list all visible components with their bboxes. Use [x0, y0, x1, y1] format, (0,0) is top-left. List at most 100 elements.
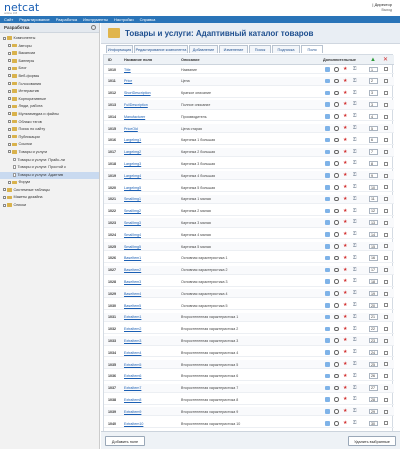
search-icon[interactable] — [334, 67, 339, 72]
search-icon[interactable] — [334, 362, 339, 367]
edit-icon[interactable] — [325, 385, 330, 391]
edit-icon[interactable] — [325, 196, 330, 202]
key-icon[interactable]: ⚿ — [353, 208, 358, 214]
order-input[interactable]: 3 — [369, 101, 378, 108]
star-icon[interactable]: ★ — [343, 409, 348, 414]
key-icon[interactable]: ⚿ — [353, 114, 358, 119]
tree-node[interactable]: Товары и услуги — [0, 149, 99, 157]
search-icon[interactable] — [334, 185, 339, 190]
row-checkbox[interactable] — [384, 409, 388, 414]
tree-node[interactable]: Списки — [0, 202, 99, 210]
edit-icon[interactable] — [325, 126, 330, 131]
star-icon[interactable]: ★ — [343, 232, 348, 237]
row-checkbox[interactable] — [384, 362, 388, 367]
edit-icon[interactable] — [325, 173, 330, 178]
tree-node[interactable]: Баннеры — [0, 58, 99, 66]
tree-node[interactable]: Корпоративные — [0, 96, 99, 104]
menu-item[interactable]: Инструменты — [81, 16, 110, 23]
row-checkbox[interactable] — [384, 79, 388, 84]
edit-icon[interactable] — [325, 114, 330, 119]
gear-icon[interactable] — [91, 25, 96, 30]
star-icon[interactable]: ★ — [343, 90, 348, 96]
logout-link[interactable]: Выход — [382, 8, 392, 12]
order-input[interactable]: 22 — [369, 326, 378, 332]
edit-icon[interactable] — [325, 350, 330, 355]
row-checkbox[interactable] — [384, 161, 388, 166]
expand-icon[interactable] — [8, 51, 11, 55]
search-icon[interactable] — [334, 90, 339, 96]
order-input[interactable]: 27 — [369, 385, 378, 391]
key-icon[interactable]: ⚿ — [353, 173, 358, 178]
field-name-link[interactable]: LargeImg1 — [124, 138, 141, 142]
tree-node[interactable]: Поиск по сайту — [0, 126, 99, 134]
search-icon[interactable] — [334, 161, 339, 166]
tab[interactable]: Информация — [106, 45, 133, 53]
tree-node[interactable]: Вакансии — [0, 50, 99, 58]
tab[interactable]: Редактирование компонента — [134, 45, 188, 53]
edit-icon[interactable] — [325, 314, 330, 320]
key-icon[interactable]: ⚿ — [353, 279, 358, 284]
order-input[interactable]: 28 — [369, 396, 378, 403]
star-icon[interactable]: ★ — [343, 126, 348, 131]
field-name-link[interactable]: BaseItem1 — [124, 256, 141, 260]
order-input[interactable]: 6 — [369, 137, 378, 143]
add-field-button[interactable]: Добавить поле — [105, 436, 145, 446]
expand-icon[interactable] — [3, 188, 6, 192]
tree-node[interactable]: Товары и услуги: Прайс-ли — [0, 157, 99, 165]
order-input[interactable]: 1 — [369, 66, 378, 72]
tree-node[interactable]: Системные таблицы — [0, 187, 99, 195]
row-checkbox[interactable] — [384, 220, 388, 225]
row-checkbox[interactable] — [384, 397, 388, 402]
tree-node[interactable]: Люди, работа — [0, 103, 99, 111]
search-icon[interactable] — [334, 196, 339, 202]
field-name-link[interactable]: BaseItem3 — [124, 280, 141, 284]
row-checkbox[interactable] — [384, 385, 388, 390]
order-input[interactable]: 10 — [369, 184, 378, 190]
star-icon[interactable]: ★ — [343, 185, 348, 190]
order-input[interactable]: 25 — [369, 361, 378, 367]
delete-icon[interactable]: ✕ — [383, 57, 388, 63]
star-icon[interactable]: ★ — [343, 149, 348, 155]
expand-icon[interactable] — [8, 44, 11, 48]
order-input[interactable]: 23 — [369, 337, 378, 344]
star-icon[interactable]: ★ — [343, 338, 348, 343]
star-icon[interactable]: ★ — [343, 385, 348, 391]
search-icon[interactable] — [334, 421, 339, 426]
search-icon[interactable] — [334, 385, 339, 391]
star-icon[interactable]: ★ — [343, 326, 348, 332]
field-name-link[interactable]: BaseItem5 — [124, 304, 141, 308]
order-input[interactable]: 29 — [369, 408, 378, 415]
tab[interactable]: Подписка — [272, 45, 300, 53]
field-name-link[interactable]: SmallImg2 — [124, 209, 141, 213]
key-icon[interactable]: ⚿ — [353, 243, 358, 249]
row-checkbox[interactable] — [384, 208, 388, 213]
edit-icon[interactable] — [325, 244, 330, 249]
key-icon[interactable]: ⚿ — [353, 232, 358, 237]
order-input[interactable]: 18 — [369, 278, 378, 285]
star-icon[interactable]: ★ — [343, 67, 348, 72]
row-checkbox[interactable] — [384, 126, 388, 131]
field-name-link[interactable]: PriceOld — [124, 127, 138, 131]
field-name-link[interactable]: BaseItem4 — [124, 292, 141, 296]
star-icon[interactable]: ★ — [343, 161, 348, 166]
expand-icon[interactable] — [8, 135, 11, 139]
tab[interactable]: Изменение — [219, 45, 248, 53]
search-icon[interactable] — [334, 149, 339, 155]
star-icon[interactable]: ★ — [343, 79, 348, 84]
expand-icon[interactable] — [8, 150, 11, 154]
menu-item[interactable]: Редактирование — [17, 16, 51, 23]
field-name-link[interactable]: ExtraItem1 — [124, 315, 141, 319]
menu-item[interactable]: Настройки — [112, 16, 136, 23]
search-icon[interactable] — [334, 291, 339, 296]
search-icon[interactable] — [334, 350, 339, 355]
field-name-link[interactable]: ExtraItem2 — [124, 327, 141, 331]
edit-icon[interactable] — [325, 102, 330, 107]
search-icon[interactable] — [334, 208, 339, 214]
menu-item[interactable]: Разработка — [54, 16, 79, 23]
field-name-link[interactable]: ExtraItem8 — [124, 398, 141, 402]
tree-node[interactable]: Форум — [0, 179, 99, 187]
expand-icon[interactable] — [3, 195, 6, 199]
row-checkbox[interactable] — [384, 421, 388, 426]
row-checkbox[interactable] — [384, 279, 388, 284]
edit-icon[interactable] — [325, 409, 330, 414]
